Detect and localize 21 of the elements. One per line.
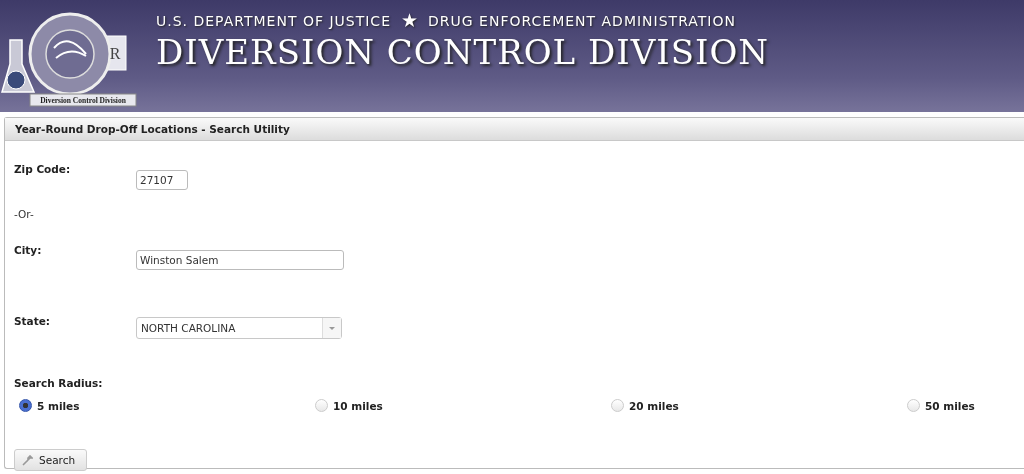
radius-label: Search Radius: [14, 377, 104, 389]
radius-option[interactable]: 10 miles [315, 399, 383, 412]
zip-code-field[interactable]: 27107 [136, 170, 188, 190]
field-label: City: [14, 244, 43, 256]
field-label: Zip Code: [14, 163, 72, 175]
caret-icon [328, 325, 336, 331]
radius-option[interactable]: 20 miles [611, 399, 679, 412]
star-separator: ★ [401, 11, 419, 30]
radius-option[interactable]: 5 miles [19, 399, 80, 412]
search-button[interactable]: Search [14, 449, 88, 471]
panel-title: Year-Round Drop-Off Locations - Search Utility [5, 118, 1024, 141]
field-label: State: [14, 315, 51, 327]
or-text: -Or- [14, 208, 35, 220]
agency-name: DRUG ENFORCEMENT ADMINISTRATION [428, 12, 736, 29]
state-dropdown[interactable]: NORTH CAROLINA [136, 317, 342, 339]
department-name: U.S. DEPARTMENT OF JUSTICE [156, 12, 391, 29]
wrench-icon [22, 454, 33, 466]
division-title: DIVERSION CONTROL DIVISION [156, 32, 769, 72]
city-field[interactable]: Winston Salem [136, 250, 344, 270]
radius-option[interactable]: 50 miles [907, 399, 975, 412]
radio-button[interactable] [19, 399, 32, 412]
